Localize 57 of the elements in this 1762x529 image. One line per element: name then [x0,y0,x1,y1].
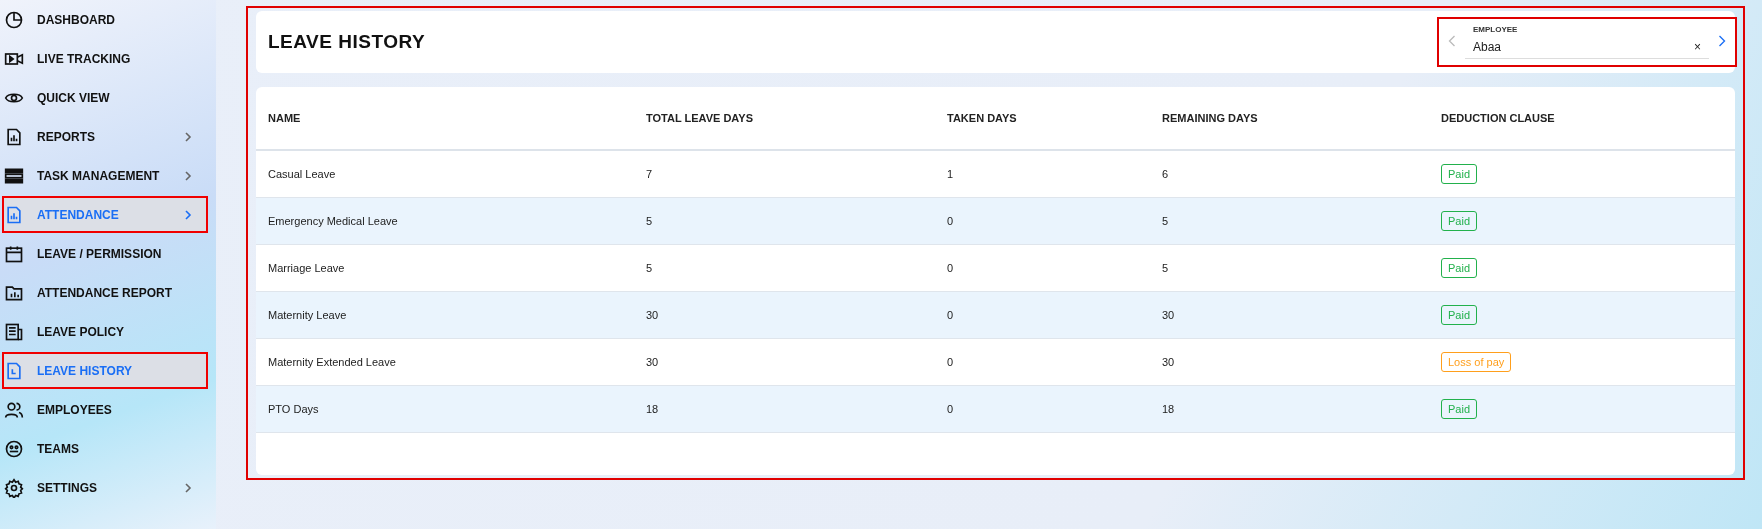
status-tag: Paid [1441,164,1478,184]
nav-item[interactable]: ATTENDANCE REPORT [2,274,208,311]
table-cell: Emergency Medical Leave [268,215,398,227]
nav-item[interactable]: LEAVE / PERMISSION [2,235,208,272]
table-cell: PTO Days [268,403,319,415]
bar-chart-icon [4,204,24,225]
nav-item[interactable]: EMPLOYEES [2,391,208,428]
status-tag: Paid [1441,211,1478,231]
table-cell: 18 [1162,403,1175,415]
status-tag: Paid [1441,399,1478,419]
nav-item[interactable]: SETTINGS [2,469,208,506]
chevron-right-icon [1717,33,1727,48]
document-icon [4,360,24,381]
status-tag: Loss of pay [1441,352,1512,372]
table-cell: 5 [646,215,653,227]
table-cell: 5 [1162,262,1169,274]
table-cell: 0 [947,356,954,368]
status-tag: Paid [1441,258,1478,278]
nav-item[interactable]: REPORTS [2,118,208,155]
status-tag: Paid [1441,305,1478,325]
page-title: LEAVE HISTORY [268,31,426,53]
table-cell: 18 [646,403,659,415]
table-cell: 0 [947,403,954,415]
column-header: DEDUCTION CLAUSE [1441,112,1555,124]
settings-icon [4,477,24,498]
table-cell: 7 [646,168,653,180]
table-cell: 0 [947,262,954,274]
bar-chart-icon [4,126,24,147]
table-cell: 30 [1162,356,1175,368]
column-header: TOTAL LEAVE DAYS [646,112,753,124]
table-cell: 6 [1162,168,1169,180]
table-cell: 5 [1162,215,1169,227]
table-cell: 5 [646,262,653,274]
employee-select[interactable]: EMPLOYEE Abaa × [1465,25,1709,59]
table-cell: Casual Leave [268,168,336,180]
face-icon [4,438,24,459]
nav-item[interactable]: DASHBOARD [2,1,208,38]
chevron-left-icon [1447,33,1457,48]
table-cell: Marriage Leave [268,262,345,274]
table-cell: 30 [646,309,659,321]
table-cell: 0 [947,215,954,227]
table-cell: Maternity Leave [268,309,347,321]
table-cell: 30 [1162,309,1175,321]
column-header: REMAINING DAYS [1162,112,1258,124]
column-header: NAME [268,112,301,124]
table-cell: Maternity Extended Leave [268,356,396,368]
column-header: TAKEN DAYS [947,112,1017,124]
pie-chart-icon [4,9,24,30]
document-icon [4,321,24,342]
nav-item[interactable]: LIVE TRACKING [2,40,208,77]
table-cell: 0 [947,309,954,321]
table-cell: 1 [947,168,954,180]
nav-item[interactable]: TASK MANAGEMENT [2,157,208,194]
nav-item[interactable]: LEAVE POLICY [2,313,208,350]
nav-item[interactable]: QUICK VIEW [2,79,208,116]
table-cell: 30 [646,356,659,368]
nav-item[interactable]: TEAMS [2,430,208,467]
